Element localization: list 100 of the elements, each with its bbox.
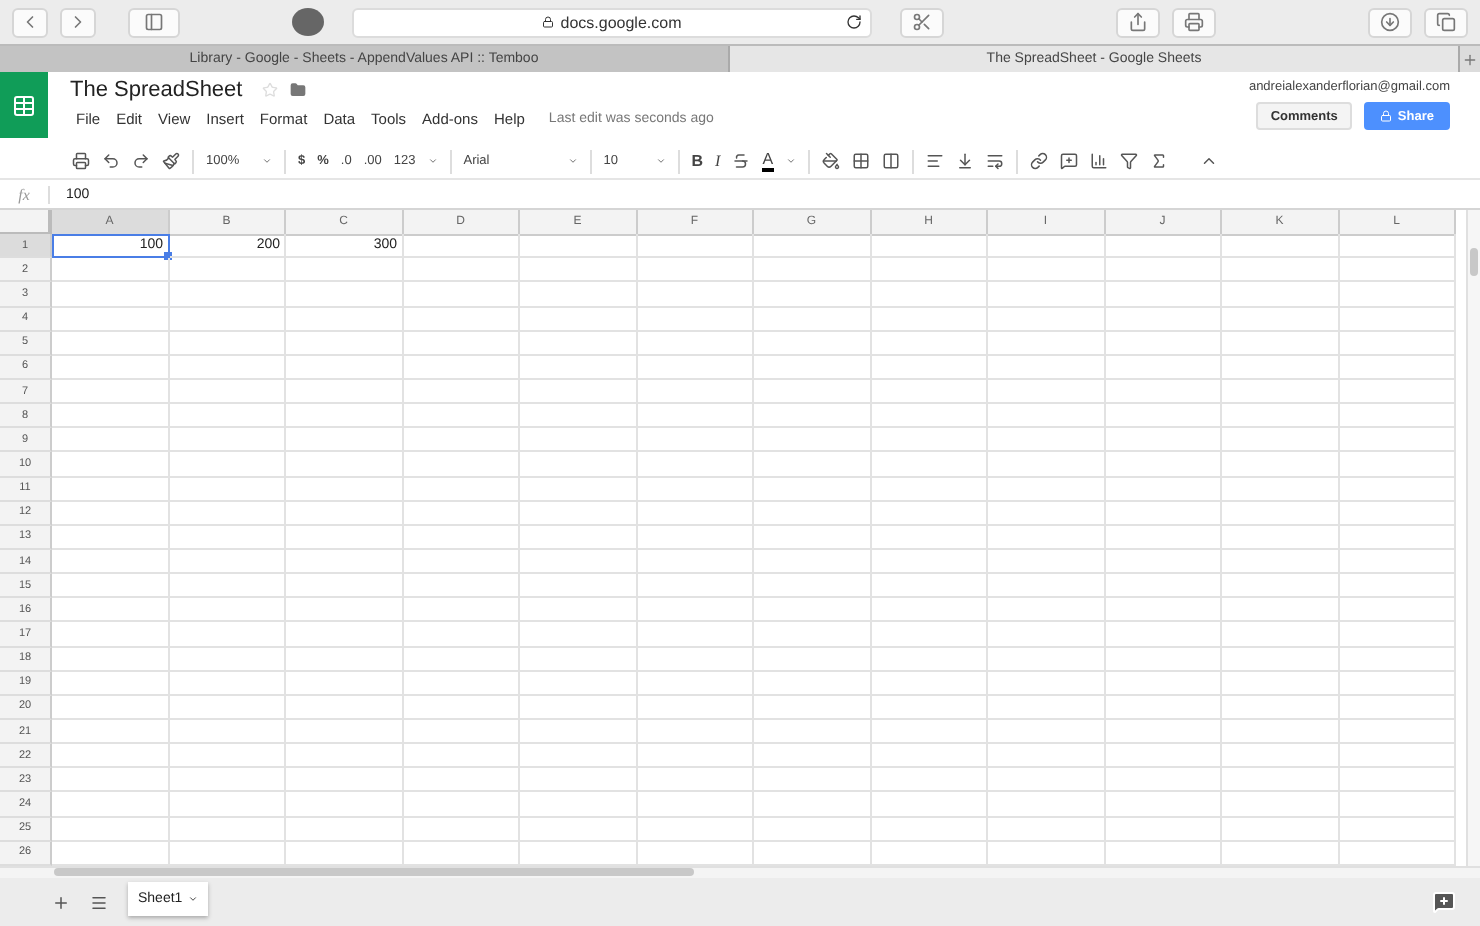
table-cell[interactable]	[169, 379, 286, 405]
dropdown-icon[interactable]	[567, 156, 578, 166]
table-cell[interactable]	[988, 744, 1105, 769]
table-cell[interactable]	[637, 307, 754, 332]
table-cell[interactable]	[52, 598, 169, 623]
strikethrough-icon[interactable]	[732, 152, 751, 170]
table-cell[interactable]	[1105, 647, 1222, 672]
table-cell[interactable]	[1222, 598, 1339, 623]
table-cell[interactable]	[286, 331, 403, 356]
table-cell[interactable]	[169, 574, 286, 599]
table-cell[interactable]	[871, 744, 988, 769]
table-cell[interactable]	[1339, 307, 1456, 332]
table-cell[interactable]	[1105, 307, 1222, 332]
table-cell[interactable]	[1105, 744, 1222, 769]
table-cell[interactable]	[988, 428, 1105, 453]
table-cell[interactable]	[520, 258, 637, 283]
table-cell[interactable]	[1222, 549, 1339, 575]
table-cell[interactable]	[1222, 719, 1339, 745]
table-cell[interactable]	[403, 549, 520, 575]
table-cell[interactable]	[520, 598, 637, 623]
table-cell[interactable]	[988, 598, 1105, 623]
table-cell[interactable]	[520, 768, 637, 793]
table-cell[interactable]	[52, 525, 169, 550]
table-cell[interactable]	[1222, 574, 1339, 599]
table-cell[interactable]	[520, 307, 637, 332]
star-icon[interactable]	[262, 82, 279, 98]
table-cell[interactable]	[1105, 768, 1222, 793]
table-cell[interactable]	[286, 307, 403, 332]
table-cell[interactable]	[169, 452, 286, 478]
table-cell[interactable]	[52, 379, 169, 405]
table-cell[interactable]	[637, 768, 754, 793]
table-cell[interactable]	[754, 622, 871, 648]
merge-icon[interactable]	[881, 152, 900, 170]
table-cell[interactable]	[520, 428, 637, 453]
table-cell[interactable]	[754, 719, 871, 745]
table-cell[interactable]	[871, 719, 988, 745]
table-cell[interactable]	[169, 647, 286, 672]
table-cell[interactable]	[754, 598, 871, 623]
table-cell[interactable]	[988, 234, 1105, 259]
reload-icon[interactable]	[846, 14, 862, 30]
table-cell[interactable]	[1339, 525, 1456, 550]
table-cell[interactable]	[1339, 695, 1456, 720]
table-cell[interactable]	[988, 695, 1105, 720]
table-cell[interactable]	[1105, 598, 1222, 623]
table-cell[interactable]	[520, 525, 637, 550]
table-cell[interactable]	[754, 355, 871, 380]
table-cell[interactable]	[403, 744, 520, 769]
table-cell[interactable]	[637, 331, 754, 356]
table-cell[interactable]	[403, 574, 520, 599]
table-cell[interactable]	[403, 671, 520, 696]
forward-button[interactable]	[60, 7, 96, 37]
table-cell[interactable]	[1105, 452, 1222, 478]
table-cell[interactable]	[988, 719, 1105, 745]
table-cell[interactable]	[286, 695, 403, 720]
table-cell[interactable]	[754, 744, 871, 769]
table-cell[interactable]	[520, 695, 637, 720]
text-color-button[interactable]: A	[762, 150, 774, 172]
table-cell[interactable]	[1105, 234, 1222, 259]
table-cell[interactable]	[52, 744, 169, 769]
table-cell[interactable]	[1105, 355, 1222, 380]
table-cell[interactable]	[52, 452, 169, 478]
table-cell[interactable]	[871, 282, 988, 308]
table-cell[interactable]	[871, 792, 988, 818]
table-cell[interactable]	[52, 355, 169, 380]
table-cell[interactable]	[1105, 574, 1222, 599]
filter-icon[interactable]	[1119, 152, 1138, 170]
table-cell[interactable]	[1339, 379, 1456, 405]
extension-icon[interactable]	[292, 8, 324, 36]
table-cell[interactable]	[1105, 671, 1222, 696]
table-cell[interactable]	[1339, 428, 1456, 453]
table-cell[interactable]	[637, 817, 754, 842]
table-cell[interactable]	[52, 549, 169, 575]
table-cell[interactable]	[1105, 331, 1222, 356]
table-cell[interactable]	[988, 282, 1105, 308]
print-icon[interactable]	[72, 152, 90, 170]
table-cell[interactable]	[52, 817, 169, 842]
table-cell[interactable]	[1105, 792, 1222, 818]
table-cell[interactable]	[403, 817, 520, 842]
table-cell[interactable]	[1105, 817, 1222, 842]
table-cell[interactable]	[169, 501, 286, 526]
print-button[interactable]	[1172, 7, 1216, 37]
paint-format-icon[interactable]	[162, 152, 180, 170]
table-cell[interactable]	[286, 501, 403, 526]
new-tab-button[interactable]	[1460, 46, 1480, 72]
fill-color-icon[interactable]	[821, 152, 840, 170]
table-cell[interactable]	[871, 477, 988, 502]
folder-icon[interactable]	[290, 82, 307, 98]
table-cell[interactable]	[520, 452, 637, 478]
table-cell[interactable]	[520, 477, 637, 502]
table-cell[interactable]	[169, 768, 286, 793]
table-cell[interactable]	[988, 647, 1105, 672]
table-cell[interactable]	[169, 525, 286, 550]
table-cell[interactable]	[520, 622, 637, 648]
table-cell[interactable]	[637, 574, 754, 599]
table-cell[interactable]	[169, 695, 286, 720]
table-cell[interactable]	[1339, 792, 1456, 818]
table-cell[interactable]	[637, 598, 754, 623]
table-cell[interactable]	[520, 792, 637, 818]
table-cell[interactable]	[1339, 477, 1456, 502]
table-cell[interactable]	[754, 477, 871, 502]
